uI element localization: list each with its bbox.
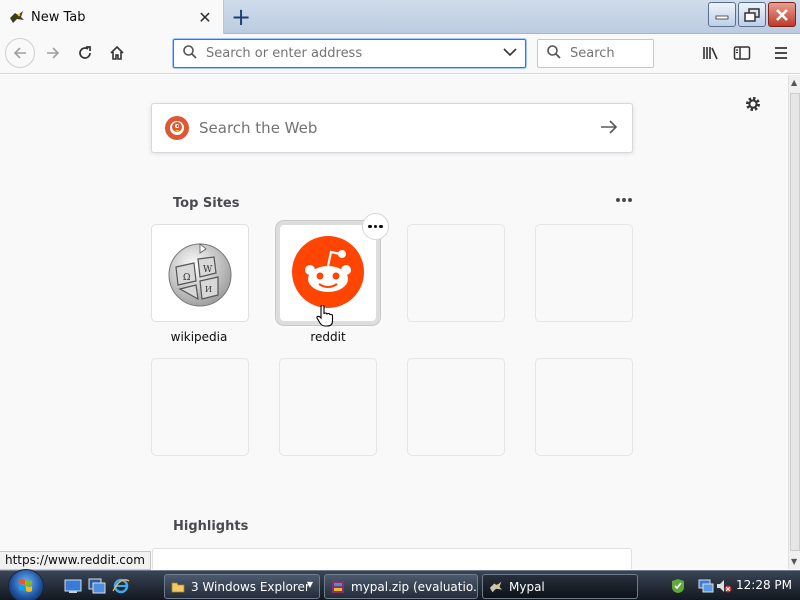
taskbar-item-explorer[interactable]: 3 Windows Explorer ▼	[164, 574, 320, 599]
taskbar-item-label: 3 Windows Explorer	[191, 579, 310, 594]
windows-taskbar: 3 Windows Explorer ▼ mypal.zip (evaluati…	[0, 569, 800, 600]
sidebar-icon[interactable]	[727, 38, 757, 68]
reddit-alien-icon	[292, 236, 364, 312]
minimize-button[interactable]	[708, 2, 736, 27]
duckduckgo-icon	[165, 116, 189, 140]
page-scrollbar[interactable]: ▲ ▼	[788, 75, 800, 569]
status-bar-url: https://www.reddit.com	[0, 551, 151, 570]
search-input[interactable]: Search	[570, 46, 615, 61]
tab-new-tab[interactable]: New Tab ✕	[0, 0, 224, 34]
top-site-label[interactable]: wikipedia	[134, 330, 264, 344]
taskbar-item-label: mypal.zip (evaluatio...	[351, 579, 478, 594]
top-site-tile-empty	[536, 359, 632, 455]
top-site-tile-reddit[interactable]	[280, 225, 376, 327]
top-site-tile-empty	[280, 359, 376, 455]
top-sites-more-icon[interactable]	[613, 192, 635, 208]
top-sites-heading: Top Sites	[173, 196, 240, 211]
new-tab-plus-icon[interactable]: +	[228, 4, 254, 30]
search-icon	[546, 44, 562, 64]
scroll-down-icon[interactable]: ▼	[791, 557, 797, 566]
url-input[interactable]: Search or enter address	[206, 46, 503, 61]
forward-arrow-icon[interactable]	[38, 38, 68, 68]
home-icon[interactable]	[102, 38, 132, 68]
internet-explorer-icon[interactable]	[112, 578, 130, 594]
svg-text:Ω: Ω	[183, 273, 190, 283]
reload-icon[interactable]	[70, 38, 100, 68]
library-icon[interactable]	[696, 38, 726, 68]
navigation-toolbar: Search or enter address Search	[0, 34, 800, 74]
mypal-favicon-icon	[8, 8, 26, 26]
search-go-arrow-icon[interactable]	[600, 118, 618, 139]
chevron-down-icon[interactable]	[503, 46, 517, 61]
tile-context-menu-icon[interactable]	[362, 213, 389, 240]
svg-text:И: И	[205, 285, 212, 294]
close-window-button[interactable]	[768, 2, 796, 27]
back-arrow-icon[interactable]	[5, 38, 35, 68]
web-search-input[interactable]: Search the Web	[199, 119, 600, 137]
top-site-tile-empty	[408, 225, 504, 321]
wikipedia-globe-icon: Ω W И	[164, 237, 236, 313]
gear-icon[interactable]	[744, 95, 762, 113]
scroll-thumb[interactable]	[790, 93, 800, 551]
archive-icon	[331, 580, 345, 594]
show-desktop-icon[interactable]	[64, 578, 82, 594]
top-site-tile-empty	[536, 225, 632, 321]
top-site-label[interactable]: reddit	[263, 330, 393, 344]
mypal-app-icon	[489, 580, 503, 594]
security-check-icon[interactable]	[670, 578, 686, 598]
highlight-card[interactable]	[152, 548, 632, 569]
tab-close-icon[interactable]: ✕	[193, 5, 217, 29]
start-button[interactable]	[8, 569, 44, 600]
network-icon[interactable]	[698, 578, 714, 598]
top-site-tile-empty	[152, 359, 248, 455]
hamburger-menu-icon[interactable]	[766, 38, 796, 68]
tab-title: New Tab	[31, 9, 86, 25]
restore-button[interactable]	[738, 2, 766, 27]
folder-icon	[171, 580, 185, 594]
search-bar[interactable]: Search	[537, 39, 654, 68]
web-search-box[interactable]: Search the Web	[151, 103, 633, 153]
taskbar-item-mypal[interactable]: Mypal	[482, 574, 638, 599]
volume-muted-icon[interactable]	[716, 578, 732, 598]
hand-cursor-icon	[316, 304, 334, 331]
scroll-up-icon[interactable]: ▲	[791, 78, 797, 87]
window-controls	[708, 2, 796, 27]
taskbar-group-arrow-icon[interactable]: ▼	[307, 580, 313, 589]
svg-text:W: W	[203, 265, 213, 275]
new-tab-page: Search the Web Top Sites Ω W И wikipedia	[0, 75, 788, 569]
url-bar[interactable]: Search or enter address	[173, 39, 526, 68]
search-icon	[182, 44, 198, 64]
taskbar-item-winrar[interactable]: mypal.zip (evaluatio...	[324, 574, 478, 599]
highlights-heading: Highlights	[173, 519, 249, 534]
tab-strip: New Tab ✕ +	[0, 0, 800, 34]
taskbar-clock[interactable]: 12:28 PM	[736, 578, 792, 592]
taskbar-item-label: Mypal	[509, 579, 545, 594]
top-site-tile-empty	[408, 359, 504, 455]
switch-windows-icon[interactable]	[88, 578, 106, 594]
top-site-tile-wikipedia[interactable]: Ω W И	[152, 225, 248, 321]
